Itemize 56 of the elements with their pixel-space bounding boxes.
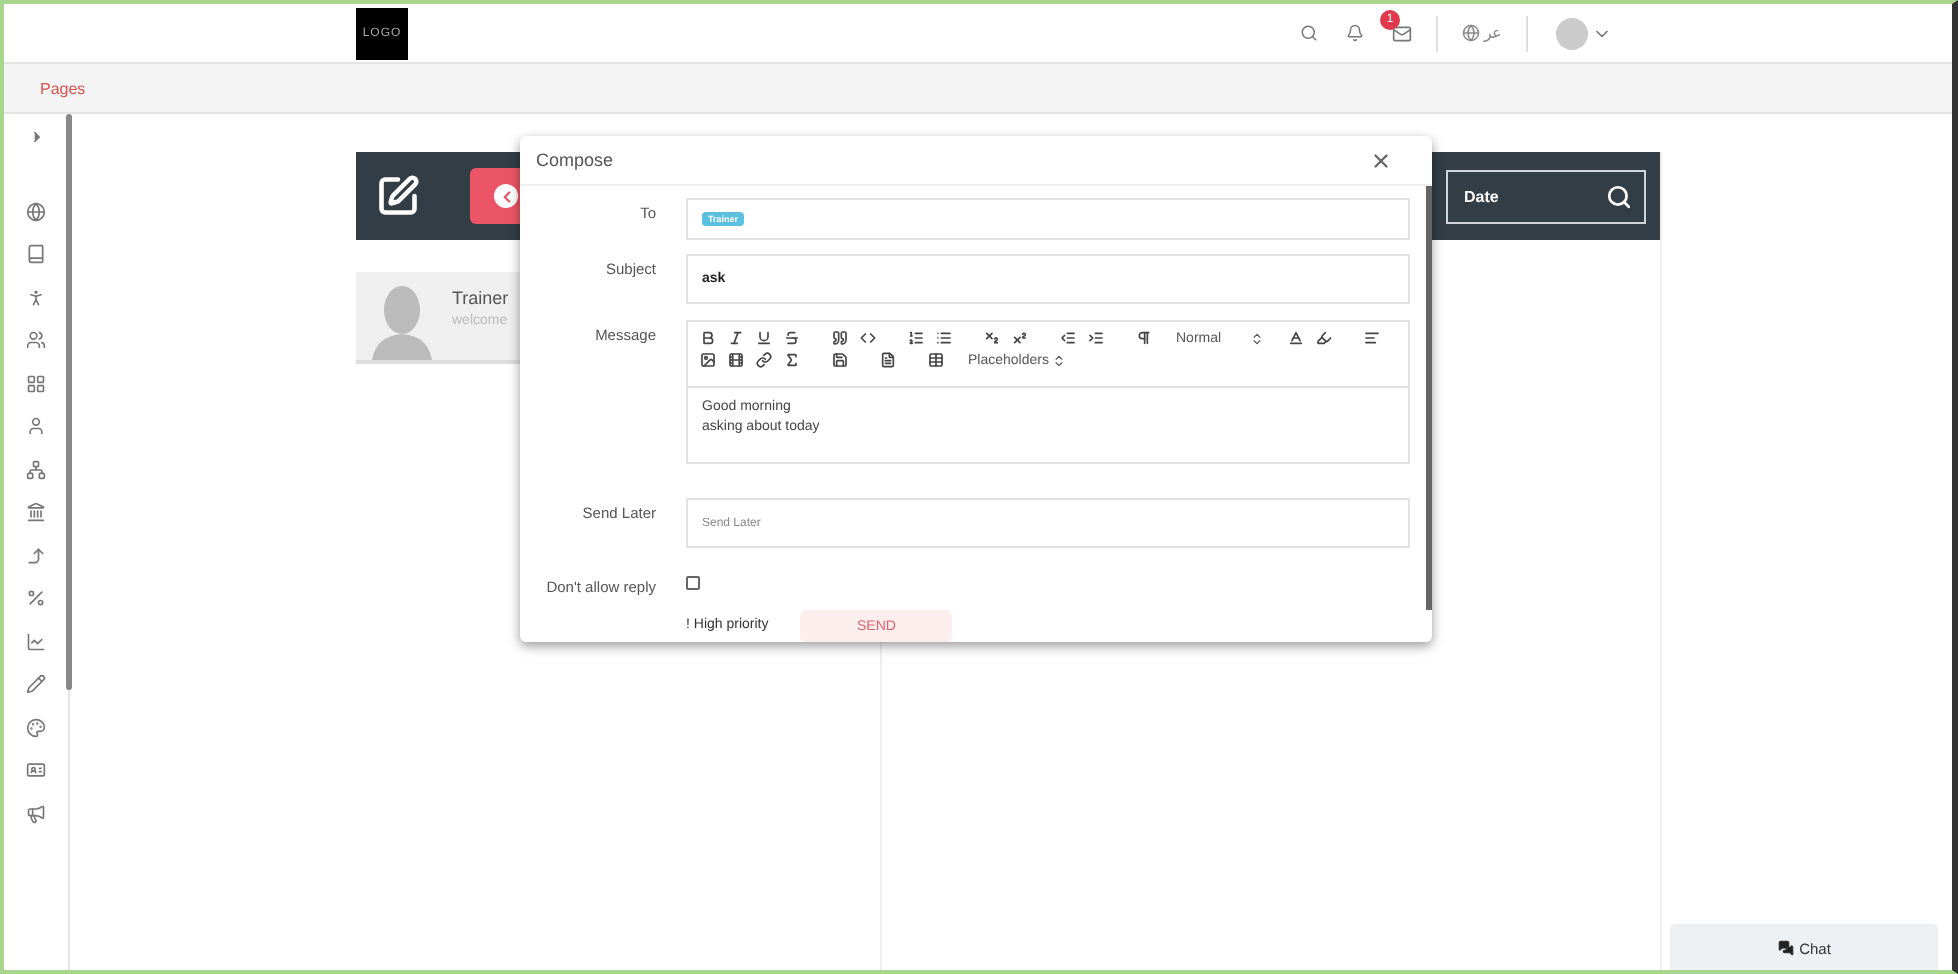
mail-icon[interactable] — [1392, 23, 1412, 43]
italic-icon[interactable] — [728, 330, 744, 346]
breadcrumb-link[interactable]: Pages — [40, 79, 86, 97]
highlight-icon[interactable] — [1315, 330, 1332, 346]
outdent-icon[interactable] — [1060, 330, 1076, 346]
bell-icon[interactable] — [1346, 24, 1364, 42]
bold-icon[interactable] — [700, 330, 716, 346]
person-icon[interactable] — [26, 287, 46, 307]
user-icon[interactable] — [26, 416, 46, 436]
superscript-icon[interactable] — [1012, 330, 1028, 346]
scroll-thumb[interactable] — [1426, 186, 1432, 610]
avatar-icon — [372, 284, 432, 360]
document-icon[interactable] — [880, 352, 896, 368]
video-icon[interactable] — [728, 352, 744, 368]
close-button[interactable] — [1370, 149, 1392, 171]
indent-icon[interactable] — [1088, 330, 1104, 346]
checkbox[interactable] — [686, 576, 700, 590]
building-icon[interactable] — [26, 502, 46, 522]
select-arrows-icon — [1249, 331, 1264, 345]
save-icon[interactable] — [832, 352, 848, 368]
compose-icon[interactable] — [376, 174, 420, 218]
contact-name: Trainer — [452, 288, 509, 308]
turn-arrow-icon[interactable] — [26, 545, 46, 565]
scroll-thumb[interactable] — [66, 114, 72, 690]
book-icon[interactable] — [26, 244, 46, 264]
percent-icon[interactable] — [26, 588, 46, 608]
paragraph-icon[interactable] — [1136, 330, 1152, 346]
megaphone-icon[interactable] — [26, 803, 46, 823]
table-icon[interactable] — [928, 352, 944, 368]
underline-icon[interactable] — [756, 330, 772, 346]
globe-icon[interactable] — [1462, 24, 1480, 42]
line-chart-icon[interactable] — [26, 631, 46, 651]
pencil-icon[interactable] — [26, 674, 46, 694]
code-icon[interactable] — [860, 330, 876, 346]
group-icon[interactable] — [26, 330, 46, 350]
formula-icon[interactable] — [784, 352, 800, 368]
date-field[interactable]: Date — [1446, 169, 1646, 223]
align-icon[interactable] — [1363, 330, 1380, 346]
text-color-icon[interactable] — [1287, 330, 1304, 346]
search-icon[interactable] — [1606, 183, 1632, 209]
language-link[interactable]: عر — [1484, 24, 1502, 42]
subscript-icon[interactable] — [984, 330, 1000, 346]
bullet-list-icon[interactable] — [936, 330, 952, 346]
select-arrows-icon — [1052, 353, 1067, 367]
id-card-icon[interactable] — [26, 760, 46, 780]
grid-icon[interactable] — [26, 373, 46, 393]
link-icon[interactable] — [756, 352, 772, 368]
globe-icon[interactable] — [26, 201, 46, 221]
palette-icon[interactable] — [26, 717, 46, 737]
strikethrough-icon[interactable] — [784, 330, 800, 346]
image-icon[interactable] — [700, 352, 716, 368]
hierarchy-icon[interactable] — [26, 459, 46, 479]
numbered-list-icon[interactable] — [908, 330, 924, 346]
dialog-title: Compose — [536, 150, 614, 170]
quote-icon[interactable] — [832, 330, 848, 346]
chat-icon — [1777, 940, 1794, 956]
